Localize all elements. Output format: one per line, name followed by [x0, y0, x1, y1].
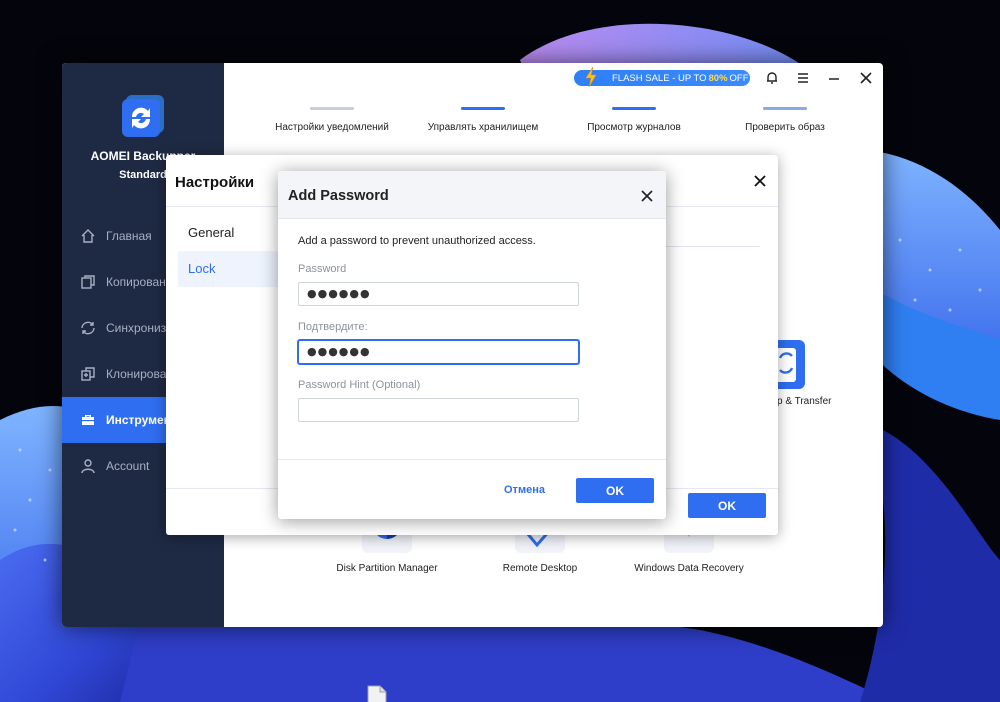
sidebar-item-label: Клонирова — [106, 367, 167, 381]
tool-view-logs[interactable]: Просмотр журналов — [569, 63, 699, 137]
ok-button[interactable]: OK — [576, 478, 654, 503]
confirm-password-field[interactable]: ●●●●●● — [298, 340, 579, 364]
tool-check-image[interactable]: Проверить образ — [720, 63, 850, 137]
tool-label: Управлять хранилищем — [427, 122, 539, 133]
copy-icon — [81, 275, 95, 289]
settings-tab-general[interactable]: General — [178, 215, 278, 251]
close-icon[interactable] — [752, 173, 768, 189]
tool-icon-edge — [310, 107, 354, 110]
password-hint-label: Password Hint (Optional) — [298, 379, 421, 391]
backup-transfer-icon[interactable] — [776, 340, 805, 389]
cancel-button[interactable]: Отмена — [504, 484, 545, 496]
password-field[interactable]: ●●●●●● — [298, 282, 579, 306]
sidebar-item-label: Account — [106, 459, 150, 473]
add-password-description: Add a password to prevent unauthorized a… — [298, 235, 536, 247]
user-icon — [81, 459, 95, 474]
settings-title: Настройки — [175, 174, 255, 191]
tool-label: Просмотр журналов — [587, 122, 681, 133]
add-password-header: Add Password — [278, 171, 666, 219]
file-icon[interactable] — [367, 685, 387, 702]
sidebar-item-label: Главная — [106, 229, 152, 243]
tool-icon-edge — [461, 107, 505, 110]
add-password-title: Add Password — [288, 188, 389, 204]
close-icon[interactable] — [640, 189, 654, 203]
toolbox-icon — [82, 415, 94, 425]
tool-notification-settings[interactable]: Настройки уведомлений — [267, 63, 397, 137]
tool-label: Remote Desktop — [502, 563, 578, 574]
settings-ok-button[interactable]: OK — [688, 493, 766, 518]
tool-label: Настройки уведомлений — [275, 122, 389, 133]
home-icon — [81, 229, 95, 243]
tool-label: Проверить образ — [745, 122, 825, 133]
tool-label: Disk Partition Manager — [336, 563, 438, 574]
tool-icon-edge — [612, 107, 656, 110]
sidebar-item-label: Копирован — [106, 275, 166, 289]
tool-label: Windows Data Recovery — [634, 563, 744, 574]
tool-icon-edge — [763, 107, 807, 110]
close-icon — [860, 72, 872, 84]
clone-icon — [81, 367, 95, 381]
close-app-button[interactable] — [857, 69, 875, 87]
tool-manage-storage[interactable]: Управлять хранилищем — [418, 63, 548, 137]
settings-nav: General Lock — [178, 215, 278, 287]
sidebar-item-label: Инструмен — [106, 413, 171, 427]
sidebar-item-label: Синхрониз — [106, 321, 167, 335]
app-logo-icon — [122, 95, 164, 137]
backup-transfer-label[interactable]: p & Transfer — [777, 396, 831, 407]
password-hint-field[interactable] — [298, 398, 579, 422]
settings-tab-lock[interactable]: Lock — [178, 251, 278, 287]
confirm-password-label: Подтвердите: — [298, 321, 368, 333]
add-password-dialog: Add Password Add a password to prevent u… — [278, 171, 666, 519]
settings-divider — [666, 246, 760, 247]
sync-icon — [81, 321, 95, 335]
add-password-footer-divider — [278, 459, 666, 460]
password-label: Password — [298, 263, 347, 275]
